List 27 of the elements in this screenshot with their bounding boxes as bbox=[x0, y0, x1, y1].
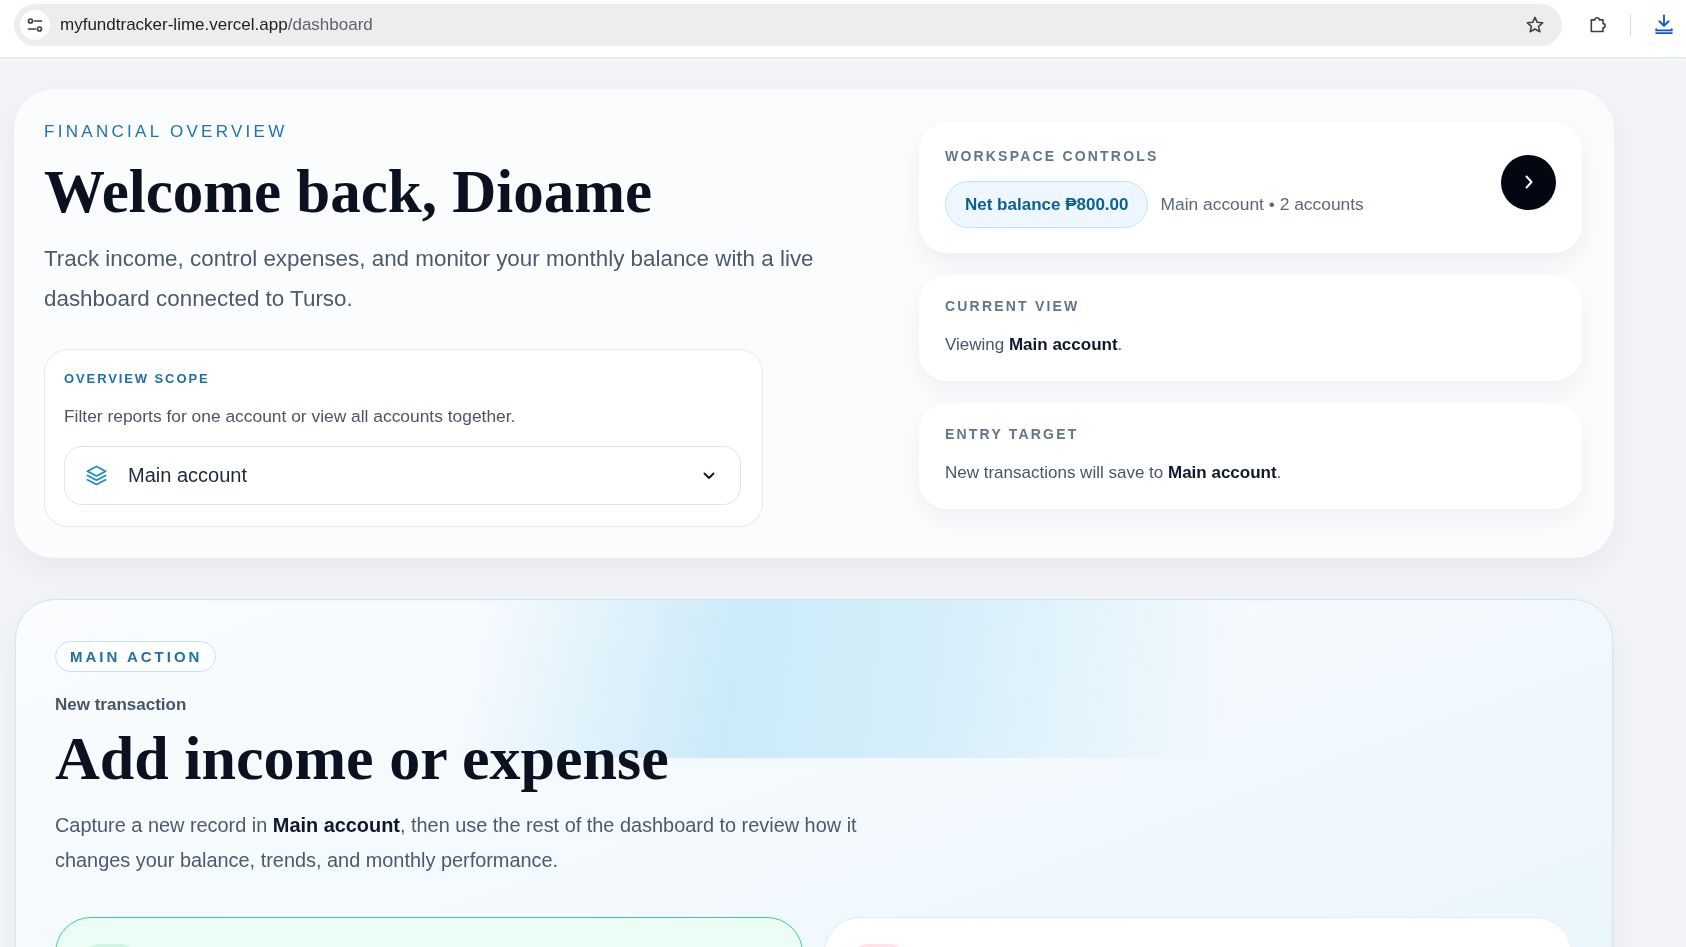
site-settings-icon[interactable] bbox=[20, 10, 50, 40]
account-select[interactable]: Main account bbox=[64, 446, 741, 505]
info-card-label: CURRENT VIEW bbox=[945, 297, 1080, 316]
scope-hint: Filter reports for one account or view all accounts together. bbox=[64, 405, 516, 428]
url-text: myfundtracker-lime.vercel.app/dashboard bbox=[60, 15, 373, 35]
next-button[interactable] bbox=[1501, 154, 1556, 210]
info-card-label: ENTRY TARGET bbox=[945, 425, 1079, 444]
chevron-down-icon bbox=[703, 471, 715, 480]
star-icon[interactable] bbox=[1525, 15, 1545, 35]
net-balance-pill: Net balance ₱800.00 bbox=[945, 181, 1149, 228]
overview-description: Track income, control expenses, and monitor your monthly balance with a live dashboard connected to Turso. bbox=[44, 245, 815, 313]
download-icon[interactable] bbox=[1653, 13, 1675, 35]
action-description: Capture a new record in Main account, then use the rest of the dashboard to review how it changes your balance, trends, and monthly performance. bbox=[55, 813, 858, 873]
section-eyebrow: FINANCIAL OVERVIEW bbox=[44, 122, 288, 142]
main-action-tag: MAIN ACTION bbox=[55, 641, 217, 672]
info-card-text: New transactions will save to Main account. bbox=[945, 462, 1282, 484]
address-bar[interactable]: myfundtracker-lime.vercel.app/dashboard bbox=[14, 4, 1562, 46]
workspace-label: WORKSPACE CONTROLS bbox=[945, 147, 1159, 166]
scope-label: OVERVIEW SCOPE bbox=[64, 370, 210, 388]
chevron-right-icon bbox=[1524, 175, 1533, 189]
account-summary: Main account • 2 accounts bbox=[1160, 194, 1364, 215]
action-kicker: New transaction bbox=[55, 694, 187, 716]
puzzle-icon[interactable] bbox=[1588, 14, 1608, 34]
info-card-text: Viewing Main account. bbox=[945, 334, 1123, 356]
layers-icon bbox=[85, 464, 108, 487]
action-heading: Add income or expense bbox=[55, 724, 669, 792]
welcome-heading: Welcome back, Dioame bbox=[44, 159, 653, 225]
